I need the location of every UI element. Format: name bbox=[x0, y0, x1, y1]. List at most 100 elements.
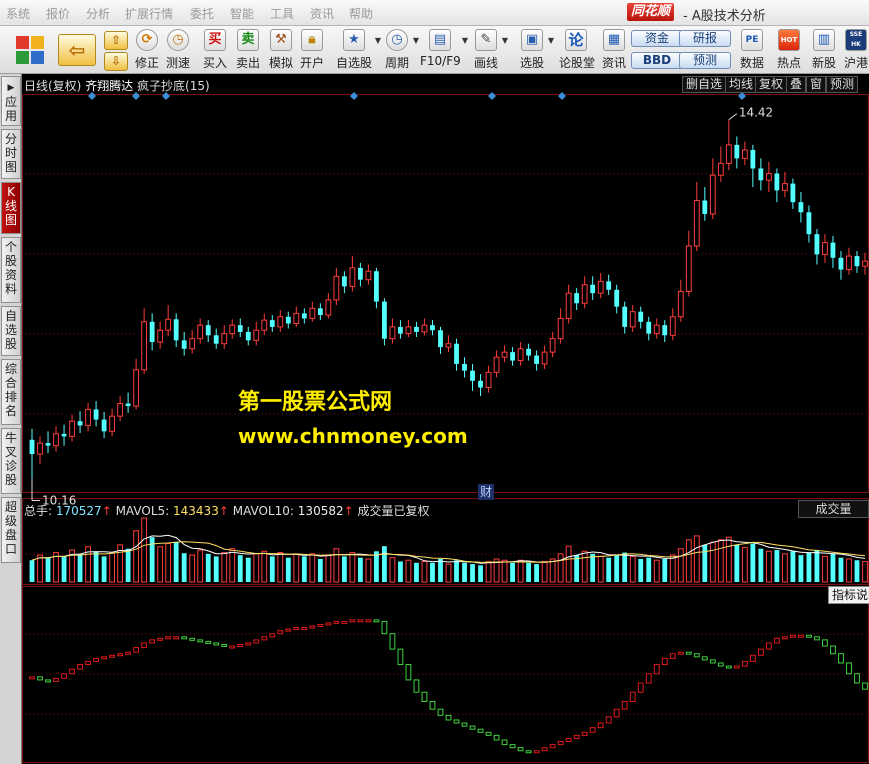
candle-body-up bbox=[189, 338, 196, 350]
correct-label: 修正 bbox=[134, 56, 159, 70]
hk-connect-button[interactable]: SSE HK 沪港 bbox=[843, 29, 869, 73]
news-button[interactable]: ▦ 资讯 bbox=[600, 29, 628, 73]
buy-icon: 买 bbox=[204, 29, 226, 51]
dropdown-arrow-icon[interactable]: ▼ bbox=[413, 36, 419, 45]
dropdown-arrow-icon[interactable]: ▼ bbox=[502, 36, 508, 45]
clock-icon: ◷ bbox=[386, 29, 408, 51]
speed-test-button[interactable]: ◷ 测速 bbox=[164, 29, 192, 73]
sell-button[interactable]: 卖 卖出 bbox=[234, 29, 262, 73]
newstock-label: 新股 bbox=[811, 56, 836, 70]
data-button[interactable]: PE 数据 bbox=[738, 29, 766, 73]
overlay-tab[interactable]: 叠 bbox=[786, 76, 807, 93]
sidebar-item-profile[interactable]: 个股资料 bbox=[1, 237, 21, 303]
volume-bar-up bbox=[541, 561, 548, 583]
candle-body-down bbox=[750, 149, 756, 169]
volume-bar-up bbox=[365, 558, 372, 583]
candle-body-up bbox=[117, 403, 124, 417]
event-diamond-marker bbox=[558, 92, 566, 100]
indicator-bar-down bbox=[421, 691, 428, 702]
sidebar-item-apps[interactable]: ▶ 应用 bbox=[1, 76, 21, 126]
volume-bar-up bbox=[557, 553, 564, 583]
research-button[interactable]: 研报 bbox=[679, 30, 731, 47]
forecast-button[interactable]: 预测 bbox=[679, 52, 731, 69]
f10-button[interactable]: ▤ F10/F9 ▼ bbox=[420, 29, 468, 73]
forecast-tab[interactable]: 预测 bbox=[826, 76, 859, 93]
dropdown-arrow-icon[interactable]: ▼ bbox=[375, 36, 381, 45]
sidebar-item-kline[interactable]: K线图 bbox=[1, 182, 21, 234]
volume-bar-down bbox=[438, 558, 443, 582]
bbd-button[interactable]: BBD bbox=[631, 52, 683, 69]
sidebar-item-intraday[interactable]: 分时图 bbox=[1, 129, 21, 179]
volume-bar-down bbox=[181, 553, 187, 582]
volume-bar-up bbox=[725, 536, 732, 583]
candle-body-up bbox=[325, 299, 332, 316]
menu-help[interactable]: 帮助 bbox=[349, 5, 373, 22]
candle-body-up bbox=[597, 280, 604, 294]
candle-body-up bbox=[141, 321, 148, 371]
simulate-button[interactable]: ⚒ 模拟 bbox=[267, 29, 295, 73]
candle-body-up bbox=[862, 260, 868, 267]
back-button[interactable]: ⇦ bbox=[58, 34, 96, 66]
volume-bar-up bbox=[109, 552, 116, 583]
clock-icon: ◷ bbox=[167, 29, 189, 51]
candle-body-down bbox=[758, 168, 764, 181]
indicator-name[interactable]: 疯子抄底(15) bbox=[137, 79, 210, 93]
lock-icon: 🔒︎ bbox=[301, 29, 323, 51]
chart-area[interactable]: 14.42 10.16 日线(复权) 齐翔腾达 疯子抄底(15) 删自选 均线 复… bbox=[22, 74, 869, 764]
period-label[interactable]: 日线(复权) bbox=[24, 79, 81, 93]
candle-body-down bbox=[341, 276, 347, 287]
candle-body-down bbox=[662, 325, 668, 336]
window-tab[interactable]: 窗 bbox=[806, 76, 827, 93]
chart-canvas[interactable]: 14.4210.16 bbox=[22, 74, 869, 764]
menu-analysis[interactable]: 分析 bbox=[86, 5, 110, 22]
menu-smart[interactable]: 智能 bbox=[230, 5, 254, 22]
indicator-bar-down bbox=[405, 664, 412, 681]
period-button[interactable]: ◷ 周期 ▼ bbox=[383, 29, 419, 73]
menu-extended-quote[interactable]: 扩展行情 bbox=[125, 5, 173, 22]
sidebar-item-ranking[interactable]: 综合排名 bbox=[1, 359, 21, 425]
hk-label: 沪港 bbox=[843, 56, 868, 70]
menu-tools[interactable]: 工具 bbox=[270, 5, 294, 22]
finance-marker[interactable]: 财 bbox=[478, 484, 494, 500]
indicator-bar-up bbox=[798, 634, 804, 638]
stock-pick-button[interactable]: ▣ 选股 ▼ bbox=[518, 29, 554, 73]
indicator-bar-up bbox=[781, 636, 788, 640]
new-stock-button[interactable]: ▥ 新股 bbox=[810, 29, 838, 73]
indicator-bar-down bbox=[509, 744, 516, 749]
candle-body-down bbox=[29, 439, 35, 455]
page-up-button[interactable]: ⇧ bbox=[104, 31, 128, 50]
dropdown-arrow-icon[interactable]: ▼ bbox=[548, 36, 554, 45]
indicator-bar-up bbox=[301, 627, 308, 631]
buy-button[interactable]: 买 买入 bbox=[201, 29, 229, 73]
candle-body-up bbox=[669, 316, 676, 336]
ma-tab[interactable]: 均线 bbox=[725, 76, 758, 93]
forum-button[interactable]: 论 论股堂 bbox=[559, 29, 595, 73]
volume-tab[interactable]: 成交量 bbox=[798, 500, 869, 518]
fund-button[interactable]: 资金 bbox=[631, 30, 683, 47]
hot-button[interactable]: HOT 热点 bbox=[775, 29, 803, 73]
volume-bar-up bbox=[765, 550, 772, 583]
indicator-help-tab[interactable]: 指标说明 bbox=[828, 586, 869, 604]
layout-button[interactable] bbox=[10, 29, 50, 73]
volume-adjust-note: 成交量已复权 bbox=[357, 504, 430, 518]
draw-line-button[interactable]: ✎ 画线 ▼ bbox=[472, 29, 508, 73]
dropdown-arrow-icon[interactable]: ▼ bbox=[462, 36, 468, 45]
menu-news[interactable]: 资讯 bbox=[310, 5, 334, 22]
candle-body-up bbox=[157, 329, 164, 343]
page-down-button[interactable]: ⇩ bbox=[104, 52, 128, 71]
volume-bar-up bbox=[197, 549, 204, 583]
adjust-tab[interactable]: 复权 bbox=[755, 76, 788, 93]
menu-system[interactable]: 系统 bbox=[6, 5, 30, 22]
correct-button[interactable]: ⟳ 修正 bbox=[133, 29, 161, 73]
remove-watchlist-tab[interactable]: 删自选 bbox=[682, 76, 727, 93]
watchlist-button[interactable]: ★ 自选股 ▼ bbox=[335, 29, 381, 73]
sidebar-item-order-book[interactable]: 超级盘口 bbox=[1, 497, 21, 563]
menu-entrust[interactable]: 委托 bbox=[190, 5, 214, 22]
volume-bar-down bbox=[93, 551, 99, 582]
menu-quote[interactable]: 报价 bbox=[46, 5, 70, 22]
candle-body-down bbox=[606, 281, 612, 290]
open-account-button[interactable]: 🔒︎ 开户 bbox=[298, 29, 326, 73]
sidebar-item-watchlist[interactable]: 自选股 bbox=[1, 306, 21, 356]
sidebar-item-diagnosis[interactable]: 牛叉诊股 bbox=[1, 428, 21, 494]
indicator-bar-up bbox=[621, 700, 628, 710]
